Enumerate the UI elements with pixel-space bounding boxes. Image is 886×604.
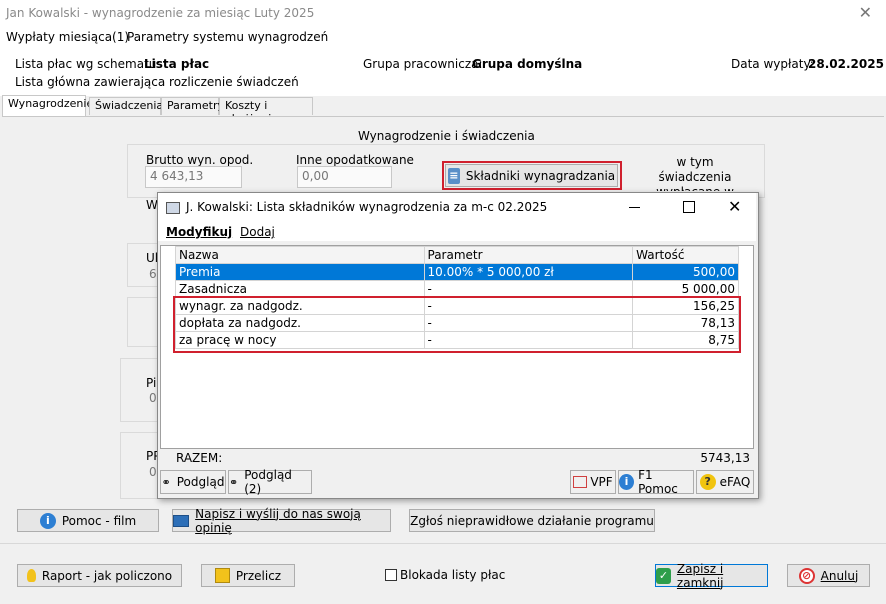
cancel-icon: ⊘ bbox=[798, 567, 815, 584]
zapisz-button[interactable]: ✓ Zapisz i zamknij bbox=[655, 561, 768, 590]
maximize-icon[interactable] bbox=[683, 201, 695, 213]
checkmark-icon: ✓ bbox=[656, 567, 671, 584]
inne-label: Inne opodatkowane bbox=[296, 153, 414, 167]
anuluj-label: Anuluj bbox=[820, 568, 859, 583]
col-header-wartosc[interactable]: Wartość bbox=[632, 246, 739, 264]
brutto-field[interactable]: 4 643,13 bbox=[145, 166, 242, 188]
blokada-label: Blokada listy płac bbox=[400, 568, 506, 582]
dialog-menu-dodaj[interactable]: Dodaj bbox=[240, 225, 275, 239]
cell-wartosc: 5 000,00 bbox=[632, 280, 739, 298]
group-label: Grupa pracownicza: bbox=[363, 57, 483, 71]
calculator-icon bbox=[214, 568, 230, 583]
podglad2-button[interactable]: ⚭ Podgląd (2) bbox=[228, 468, 312, 496]
tab-parametry[interactable]: Parametry bbox=[161, 97, 224, 115]
cell-parametr: 10.00% * 5 000,00 zł bbox=[423, 263, 634, 281]
group-value: Grupa domyślna bbox=[472, 57, 583, 71]
section-title: Wynagrodzenie i świadczenia bbox=[358, 129, 535, 143]
podglad-button[interactable]: ⚭ Podgląd bbox=[160, 470, 226, 494]
tab-wynagrodzenie[interactable]: Wynagrodzenie bbox=[2, 95, 93, 116]
schema-value: Lista płac bbox=[144, 57, 210, 71]
dialog-menu-bar: Modyfikuj Dodaj bbox=[158, 223, 756, 241]
menu-item-parametry[interactable]: Parametry systemu wynagrodzeń bbox=[127, 30, 328, 44]
tab-koszty[interactable]: Koszty i obniżenia bbox=[219, 97, 313, 125]
dialog-app-icon bbox=[166, 202, 180, 214]
anuluj-button[interactable]: ⊘ Anuluj bbox=[787, 564, 870, 587]
dialog-menu-modyfikuj[interactable]: Modyfikuj bbox=[166, 225, 232, 239]
inne-field[interactable]: 0,00 bbox=[297, 166, 392, 188]
footer-separator bbox=[0, 543, 886, 544]
highlight-nadgodziny-rows bbox=[173, 296, 741, 353]
binoculars-icon: ⚭ bbox=[229, 475, 239, 489]
col-header-parametr[interactable]: Parametr bbox=[423, 246, 634, 264]
partial-value-6: 6 bbox=[149, 267, 157, 281]
napisz-opinie-label: Napisz i wyślij do nas swoją opinię bbox=[195, 506, 361, 535]
dialog-title: J. Kowalski: Lista składników wynagrodze… bbox=[186, 200, 548, 214]
napisz-opinie-button[interactable]: Napisz i wyślij do nas swoją opinię bbox=[172, 506, 391, 535]
partial-value-0b: 0 bbox=[149, 465, 157, 479]
vpf-icon bbox=[573, 476, 588, 488]
f1-pomoc-button[interactable]: i F1 Pomoc bbox=[618, 468, 694, 496]
brutto-label: Brutto wyn. opod. bbox=[146, 153, 254, 167]
schema-label: Lista płac wg schematu: bbox=[15, 57, 161, 71]
efaq-label: eFAQ bbox=[719, 475, 751, 489]
dialog-titlebar: J. Kowalski: Lista składników wynagrodze… bbox=[158, 193, 756, 223]
total-value: 5743,13 bbox=[700, 451, 750, 465]
partial-label-pi: Pi bbox=[146, 376, 157, 390]
envelope-icon bbox=[173, 514, 190, 527]
schema-description: Lista główna zawierająca rozliczenie świ… bbox=[15, 75, 299, 89]
przelicz-label: Przelicz bbox=[235, 568, 282, 583]
cell-nazwa: Premia bbox=[175, 263, 425, 281]
podglad-label: Podgląd bbox=[176, 475, 225, 489]
partial-value-0a: 0 bbox=[149, 391, 157, 405]
menu-bar: Wypłaty miesiąca(1) Parametry systemu wy… bbox=[0, 28, 886, 48]
menu-item-wyplaty[interactable]: Wypłaty miesiąca(1) bbox=[6, 30, 129, 44]
tab-swiadczenia[interactable]: Świadczenia bbox=[89, 97, 163, 115]
info-icon: i bbox=[619, 474, 635, 490]
col-header-nazwa[interactable]: Nazwa bbox=[175, 246, 425, 264]
minimize-icon[interactable] bbox=[629, 207, 640, 208]
pomoc-film-label: Pomoc - film bbox=[61, 513, 137, 528]
grid-header-row: Nazwa Parametr Wartość bbox=[175, 246, 739, 264]
podglad2-label: Podgląd (2) bbox=[244, 468, 292, 496]
payment-date-value: 28.02.2025 bbox=[808, 57, 884, 71]
table-row[interactable]: Zasadnicza - 5 000,00 bbox=[175, 280, 739, 298]
cell-parametr: - bbox=[423, 280, 634, 298]
f1-pomoc-label: F1 Pomoc bbox=[638, 468, 678, 496]
header-info: Lista płac wg schematu: Lista płac Lista… bbox=[0, 48, 886, 96]
w-tym-label: w tym świadczenia wypłacane w bbox=[656, 155, 734, 191]
binoculars-icon: ⚭ bbox=[161, 475, 171, 489]
total-label: RAZEM: bbox=[176, 451, 223, 465]
efaq-button[interactable]: ? eFAQ bbox=[696, 470, 754, 494]
table-row[interactable]: Premia 10.00% * 5 000,00 zł 500,00 bbox=[175, 263, 739, 281]
window-titlebar: Jan Kowalski - wynagrodzenie za miesiąc … bbox=[0, 0, 886, 28]
vpf-label: VPF bbox=[590, 475, 613, 489]
info-icon: i bbox=[39, 512, 56, 529]
blokada-checkbox[interactable] bbox=[385, 569, 397, 581]
cell-wartosc: 500,00 bbox=[632, 263, 739, 281]
highlight-skladniki bbox=[442, 161, 622, 190]
close-icon[interactable]: ✕ bbox=[859, 3, 872, 22]
zapisz-label: Zapisz i zamknij bbox=[676, 561, 724, 590]
skladniki-dialog: J. Kowalski: Lista składników wynagrodze… bbox=[157, 192, 759, 499]
vpf-button[interactable]: VPF bbox=[570, 470, 616, 494]
lightbulb-icon bbox=[26, 569, 36, 582]
zglos-blad-label: Zgłoś nieprawidłowe działanie programu bbox=[410, 513, 654, 528]
window-title: Jan Kowalski - wynagrodzenie za miesiąc … bbox=[6, 6, 315, 20]
question-icon: ? bbox=[699, 474, 716, 490]
cell-nazwa: Zasadnicza bbox=[175, 280, 425, 298]
dialog-close-icon[interactable]: ✕ bbox=[728, 197, 741, 216]
raport-label: Raport - jak policzono bbox=[41, 568, 173, 583]
raport-button[interactable]: Raport - jak policzono bbox=[17, 564, 182, 587]
przelicz-button[interactable]: Przelicz bbox=[201, 564, 295, 587]
payment-date-label: Data wypłaty: bbox=[731, 57, 814, 71]
zglos-blad-button[interactable]: Zgłoś nieprawidłowe działanie programu bbox=[409, 509, 655, 532]
pomoc-film-button[interactable]: i Pomoc - film bbox=[17, 509, 159, 532]
